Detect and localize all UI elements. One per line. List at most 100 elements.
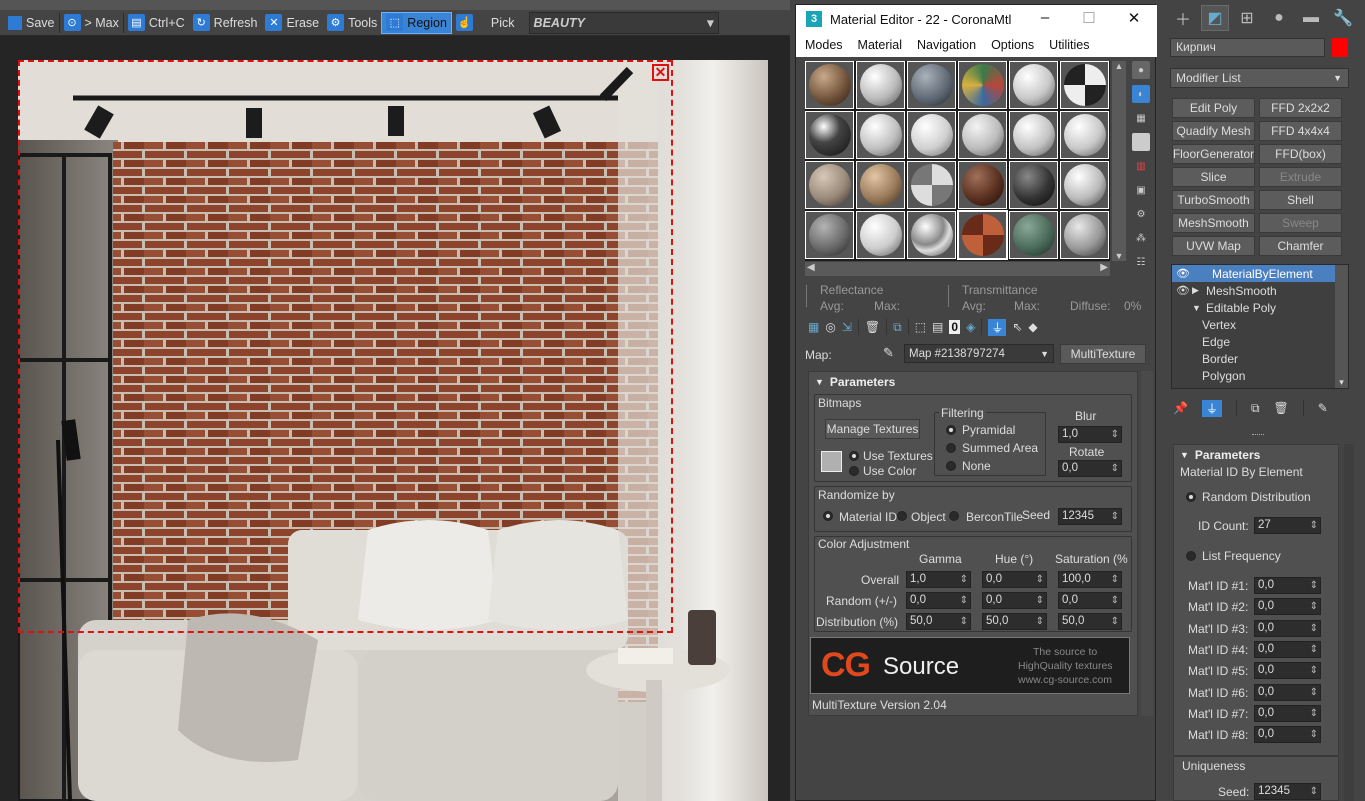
reset-map-icon[interactable]: 🗑 <box>865 320 880 334</box>
show-end-result-icon[interactable]: ⏚ <box>988 318 1007 336</box>
remove-modifier-icon[interactable]: 🗑 <box>1274 401 1289 415</box>
modifier-button[interactable]: Shell <box>1259 190 1342 210</box>
material-slot[interactable] <box>1009 161 1058 209</box>
modifier-button[interactable]: FFD 4x4x4 <box>1259 121 1342 141</box>
render-region-marquee[interactable] <box>18 60 673 633</box>
show-shaded-icon[interactable]: ◈ <box>966 320 975 334</box>
modifier-button[interactable]: FFD(box) <box>1259 144 1342 164</box>
stack-item[interactable]: 👁 ▶ MeshSmooth <box>1172 282 1348 299</box>
select-by-material-icon[interactable]: ⁂ <box>1132 229 1150 247</box>
modifier-button[interactable]: Sweep <box>1259 213 1342 233</box>
random-distribution-radio[interactable] <box>1186 492 1196 502</box>
material-id-radio[interactable] <box>823 511 833 521</box>
assign-to-selection-icon[interactable]: ⇲ <box>842 320 852 334</box>
make-unique-icon[interactable]: ⧉ <box>893 320 902 335</box>
eyedropper-icon[interactable]: ✎ <box>883 345 894 361</box>
parameters-rollout-header[interactable]: ▼ Parameters <box>809 372 1137 392</box>
material-slot[interactable] <box>1060 61 1109 109</box>
modifier-button[interactable]: Quadify Mesh <box>1172 121 1255 141</box>
put-to-scene-icon[interactable]: ◎ <box>825 320 835 334</box>
options-icon[interactable]: ⚙ <box>1132 205 1150 223</box>
material-slot[interactable] <box>856 111 905 159</box>
summed-area-radio[interactable] <box>946 443 956 453</box>
editor-scrollbar[interactable] <box>1141 371 1153 716</box>
modifier-button[interactable]: Extrude <box>1259 167 1342 187</box>
object-name-field[interactable]: Кирпич <box>1170 38 1325 57</box>
stack-item[interactable]: Polygon <box>1172 367 1348 384</box>
slots-horizontal-scrollbar[interactable]: ◀ ▶ <box>805 262 1110 276</box>
stack-item[interactable]: 👁 MaterialByElement <box>1172 265 1348 282</box>
bercontile-radio[interactable] <box>949 511 959 521</box>
modify-tab-icon[interactable]: ◩ <box>1201 5 1229 31</box>
material-slot[interactable] <box>907 111 956 159</box>
material-slot[interactable] <box>1009 111 1058 159</box>
menu-modes[interactable]: Modes <box>805 38 843 52</box>
make-unique-icon[interactable]: ⧉ <box>1251 401 1260 416</box>
channel-dropdown[interactable]: BEAUTY ▾ <box>528 11 719 34</box>
stack-item[interactable]: ▼ Editable Poly <box>1172 299 1348 316</box>
modifier-button[interactable]: UVW Map <box>1172 236 1255 256</box>
minimize-icon[interactable]: – <box>1034 9 1056 29</box>
save-material-icon[interactable]: ▤ <box>932 320 943 334</box>
hierarchy-tab-icon[interactable]: ⊞ <box>1233 5 1261 31</box>
cg-source-banner[interactable]: CG Source The source to HighQuality text… <box>810 637 1130 694</box>
overall-gamma-spinner[interactable]: 1,0 <box>906 571 971 588</box>
distribution-gamma-spinner[interactable]: 50,0 <box>906 613 971 630</box>
modifier-list-dropdown[interactable]: Modifier List ▼ <box>1170 68 1349 88</box>
modifier-button[interactable]: Slice <box>1172 167 1255 187</box>
close-icon[interactable]: ✕ <box>1123 9 1145 29</box>
blur-spinner[interactable]: 1,0 <box>1058 426 1122 443</box>
mat-id-spinner[interactable]: 0,0 <box>1254 640 1321 658</box>
sample-uv-icon[interactable] <box>1132 133 1150 151</box>
use-textures-radio[interactable] <box>849 451 859 461</box>
menu-options[interactable]: Options <box>991 38 1034 52</box>
maximize-icon[interactable]: ☐ <box>1078 9 1100 29</box>
distribution-hue-spinner[interactable]: 50,0 <box>982 613 1047 630</box>
object-color-swatch[interactable] <box>1332 38 1348 57</box>
stack-item[interactable]: Border <box>1172 350 1348 367</box>
map-name-dropdown[interactable]: Map #2138797274 ▼ <box>904 344 1054 363</box>
modifier-button[interactable]: Chamfer <box>1259 236 1342 256</box>
overall-saturation-spinner[interactable]: 100,0 <box>1058 571 1122 588</box>
go-forward-sibling-icon[interactable]: ◆ <box>1028 320 1037 334</box>
scroll-down-icon[interactable]: ▾ <box>1335 377 1348 388</box>
cp-seed-spinner[interactable]: 12345 <box>1254 783 1321 800</box>
material-slot[interactable] <box>1009 211 1058 259</box>
material-slot[interactable] <box>856 161 905 209</box>
eye-icon[interactable]: 👁 <box>1176 284 1192 297</box>
panel-splitter[interactable] <box>1252 434 1264 437</box>
mat-id-spinner[interactable]: 0,0 <box>1254 683 1321 701</box>
tools-button[interactable]: ⚙ Tools <box>323 12 381 34</box>
pin-stack-icon[interactable]: 📌 <box>1173 401 1188 415</box>
panel-scrollbar[interactable] <box>1344 444 1354 801</box>
modifier-button[interactable]: MeshSmooth <box>1172 213 1255 233</box>
color-swatch[interactable] <box>821 451 842 472</box>
pick-button[interactable]: ☝ Pick <box>452 12 519 34</box>
make-preview-icon[interactable]: ▣ <box>1132 181 1150 199</box>
material-slot[interactable] <box>958 111 1007 159</box>
modifier-button[interactable]: TurboSmooth <box>1172 190 1255 210</box>
stack-scrollbar[interactable]: ▾ <box>1335 265 1348 388</box>
mat-id-spinner[interactable]: 0,0 <box>1254 662 1321 680</box>
material-map-navigator-icon[interactable]: ☷ <box>1132 253 1150 271</box>
expand-arrow-icon[interactable]: ▼ <box>1192 303 1206 313</box>
display-tab-icon[interactable]: ▬ <box>1297 5 1325 31</box>
material-slot[interactable] <box>805 161 854 209</box>
mbe-rollout-header[interactable]: ▼ Parameters <box>1174 445 1338 465</box>
scroll-left-icon[interactable]: ◀ <box>807 262 815 273</box>
material-slot[interactable] <box>1009 61 1058 109</box>
create-tab-icon[interactable]: ＋ <box>1169 5 1197 31</box>
material-slot[interactable] <box>805 111 854 159</box>
material-slot[interactable] <box>907 211 956 259</box>
eye-icon[interactable]: 👁 <box>1176 267 1192 280</box>
mat-id-spinner[interactable]: 0,0 <box>1254 704 1321 722</box>
show-end-result-icon[interactable]: ⏚ <box>1201 399 1222 417</box>
mat-id-spinner[interactable]: 0,0 <box>1254 598 1321 616</box>
menu-material[interactable]: Material <box>858 38 902 52</box>
material-slot[interactable] <box>957 210 1008 260</box>
modifier-button[interactable]: FloorGenerator <box>1172 144 1255 164</box>
refresh-button[interactable]: ↻ Refresh <box>189 12 262 34</box>
material-slot[interactable] <box>856 61 905 109</box>
material-slot[interactable] <box>907 61 956 109</box>
rotate-spinner[interactable]: 0,0 <box>1058 460 1122 477</box>
